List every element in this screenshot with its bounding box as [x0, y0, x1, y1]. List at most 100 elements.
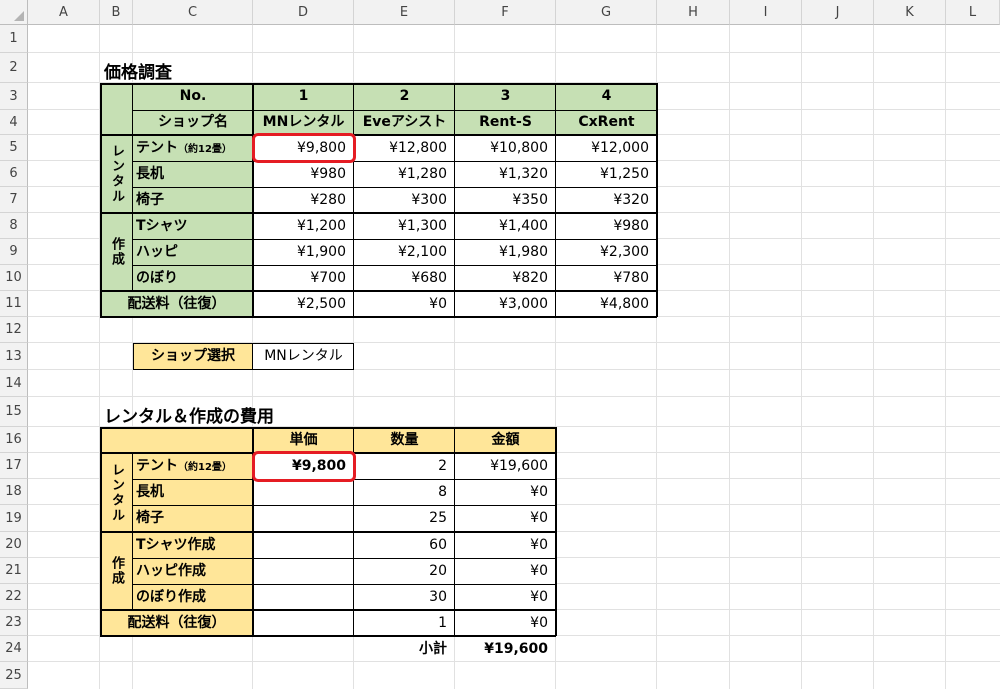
price-cell[interactable]: ¥700 [253, 265, 354, 291]
unit-price-cell[interactable] [253, 532, 354, 558]
price-cell[interactable]: ¥10,800 [455, 135, 556, 161]
row-header-16[interactable]: 16 [0, 427, 28, 453]
shop-select-label[interactable]: ショップ選択 [133, 343, 253, 370]
group-label-make[interactable]: 作成 [100, 532, 133, 610]
row-header-3[interactable]: 3 [0, 83, 28, 110]
row-header-10[interactable]: 10 [0, 265, 28, 291]
amount-cell[interactable]: ¥0 [455, 584, 556, 610]
price-cell[interactable]: ¥1,400 [455, 213, 556, 239]
price-cell[interactable]: ¥280 [253, 187, 354, 213]
column-header-k[interactable]: K [874, 0, 946, 25]
row-header-19[interactable]: 19 [0, 505, 28, 532]
quantity-cell[interactable]: 25 [354, 505, 455, 532]
row-header-22[interactable]: 22 [0, 584, 28, 610]
column-header-b[interactable]: B [100, 0, 133, 25]
group-label-make[interactable]: 作成 [100, 213, 133, 291]
amount-cell[interactable]: ¥0 [455, 558, 556, 584]
unit-price-cell[interactable] [253, 479, 354, 505]
price-cell[interactable]: ¥12,000 [556, 135, 657, 161]
group-label-rental[interactable]: レンタル [100, 453, 133, 532]
row-header-18[interactable]: 18 [0, 479, 28, 505]
price-cell[interactable]: ¥2,100 [354, 239, 455, 265]
item-name[interactable]: 長机 [133, 161, 253, 187]
cost-item-name[interactable]: ハッピ作成 [133, 558, 253, 584]
subtotal-value[interactable]: ¥19,600 [455, 636, 556, 662]
row-header-1[interactable]: 1 [0, 25, 28, 53]
subtotal-label[interactable]: 小計 [354, 636, 455, 662]
amount-cell[interactable]: ¥0 [455, 532, 556, 558]
price-cell[interactable]: ¥820 [455, 265, 556, 291]
row-header-23[interactable]: 23 [0, 610, 28, 636]
cost-header[interactable]: 金額 [455, 427, 556, 453]
cost-item-name[interactable]: テント（約12畳） [133, 453, 253, 479]
price-cell[interactable]: ¥1,250 [556, 161, 657, 187]
unit-price-cell[interactable] [253, 558, 354, 584]
row-header-25[interactable]: 25 [0, 662, 28, 689]
shipping-unit-cell[interactable] [253, 610, 354, 636]
select-all-corner[interactable] [0, 0, 28, 25]
price-cell[interactable]: ¥980 [556, 213, 657, 239]
row-header-9[interactable]: 9 [0, 239, 28, 265]
row-header-8[interactable]: 8 [0, 213, 28, 239]
price-cell[interactable]: ¥300 [354, 187, 455, 213]
price-cell[interactable]: ¥2,300 [556, 239, 657, 265]
shipping-price-cell[interactable]: ¥0 [354, 291, 455, 317]
row-header-11[interactable]: 11 [0, 291, 28, 317]
row-header-15[interactable]: 15 [0, 397, 28, 427]
shop-name[interactable]: CxRent [556, 110, 657, 135]
quantity-cell[interactable]: 60 [354, 532, 455, 558]
unit-price-cell[interactable]: ¥9,800 [253, 453, 354, 479]
shop-number[interactable]: 3 [455, 83, 556, 110]
row-header-12[interactable]: 12 [0, 317, 28, 343]
shipping-price-cell[interactable]: ¥3,000 [455, 291, 556, 317]
price-cell[interactable]: ¥350 [455, 187, 556, 213]
item-name[interactable]: Tシャツ [133, 213, 253, 239]
price-cell[interactable]: ¥980 [253, 161, 354, 187]
cost-item-name[interactable]: 長机 [133, 479, 253, 505]
shipping-price-cell[interactable]: ¥4,800 [556, 291, 657, 317]
cost-table-corner-cell[interactable] [100, 427, 253, 453]
column-header-i[interactable]: I [730, 0, 802, 25]
price-cell[interactable]: ¥1,320 [455, 161, 556, 187]
row-header-4[interactable]: 4 [0, 110, 28, 135]
cost-item-name[interactable]: Tシャツ作成 [133, 532, 253, 558]
column-header-d[interactable]: D [253, 0, 354, 25]
unit-price-cell[interactable] [253, 584, 354, 610]
price-cell[interactable]: ¥12,800 [354, 135, 455, 161]
cost-item-name[interactable]: のぼり作成 [133, 584, 253, 610]
price-cell[interactable]: ¥1,280 [354, 161, 455, 187]
shop-name[interactable]: MNレンタル [253, 110, 354, 135]
price-cell[interactable]: ¥1,200 [253, 213, 354, 239]
column-header-g[interactable]: G [556, 0, 657, 25]
cost-item-name[interactable]: 椅子 [133, 505, 253, 532]
price-cell[interactable]: ¥1,300 [354, 213, 455, 239]
item-name[interactable]: テント（約12畳） [133, 135, 253, 161]
shop-name[interactable]: Rent-S [455, 110, 556, 135]
price-cell[interactable]: ¥1,980 [455, 239, 556, 265]
shipping-price-cell[interactable]: ¥2,500 [253, 291, 354, 317]
price-cell[interactable]: ¥780 [556, 265, 657, 291]
shipping-label[interactable]: 配送料（往復） [100, 610, 253, 636]
amount-cell[interactable]: ¥0 [455, 505, 556, 532]
column-header-f[interactable]: F [455, 0, 556, 25]
row-header-14[interactable]: 14 [0, 370, 28, 397]
quantity-cell[interactable]: 30 [354, 584, 455, 610]
row-header-5[interactable]: 5 [0, 135, 28, 161]
amount-cell[interactable]: ¥0 [455, 479, 556, 505]
amount-cell[interactable]: ¥19,600 [455, 453, 556, 479]
column-header-c[interactable]: C [133, 0, 253, 25]
quantity-cell[interactable]: 2 [354, 453, 455, 479]
row-header-17[interactable]: 17 [0, 453, 28, 479]
shipping-amount-cell[interactable]: ¥0 [455, 610, 556, 636]
row-header-24[interactable]: 24 [0, 636, 28, 662]
shop-name[interactable]: Eveアシスト [354, 110, 455, 135]
price-cell[interactable]: ¥680 [354, 265, 455, 291]
item-name[interactable]: ハッピ [133, 239, 253, 265]
column-header-a[interactable]: A [28, 0, 100, 25]
item-name[interactable]: 椅子 [133, 187, 253, 213]
row-header-2[interactable]: 2 [0, 53, 28, 83]
item-name[interactable]: のぼり [133, 265, 253, 291]
cost-header[interactable]: 単価 [253, 427, 354, 453]
price-cell[interactable]: ¥9,800 [253, 135, 354, 161]
shop-number[interactable]: 1 [253, 83, 354, 110]
